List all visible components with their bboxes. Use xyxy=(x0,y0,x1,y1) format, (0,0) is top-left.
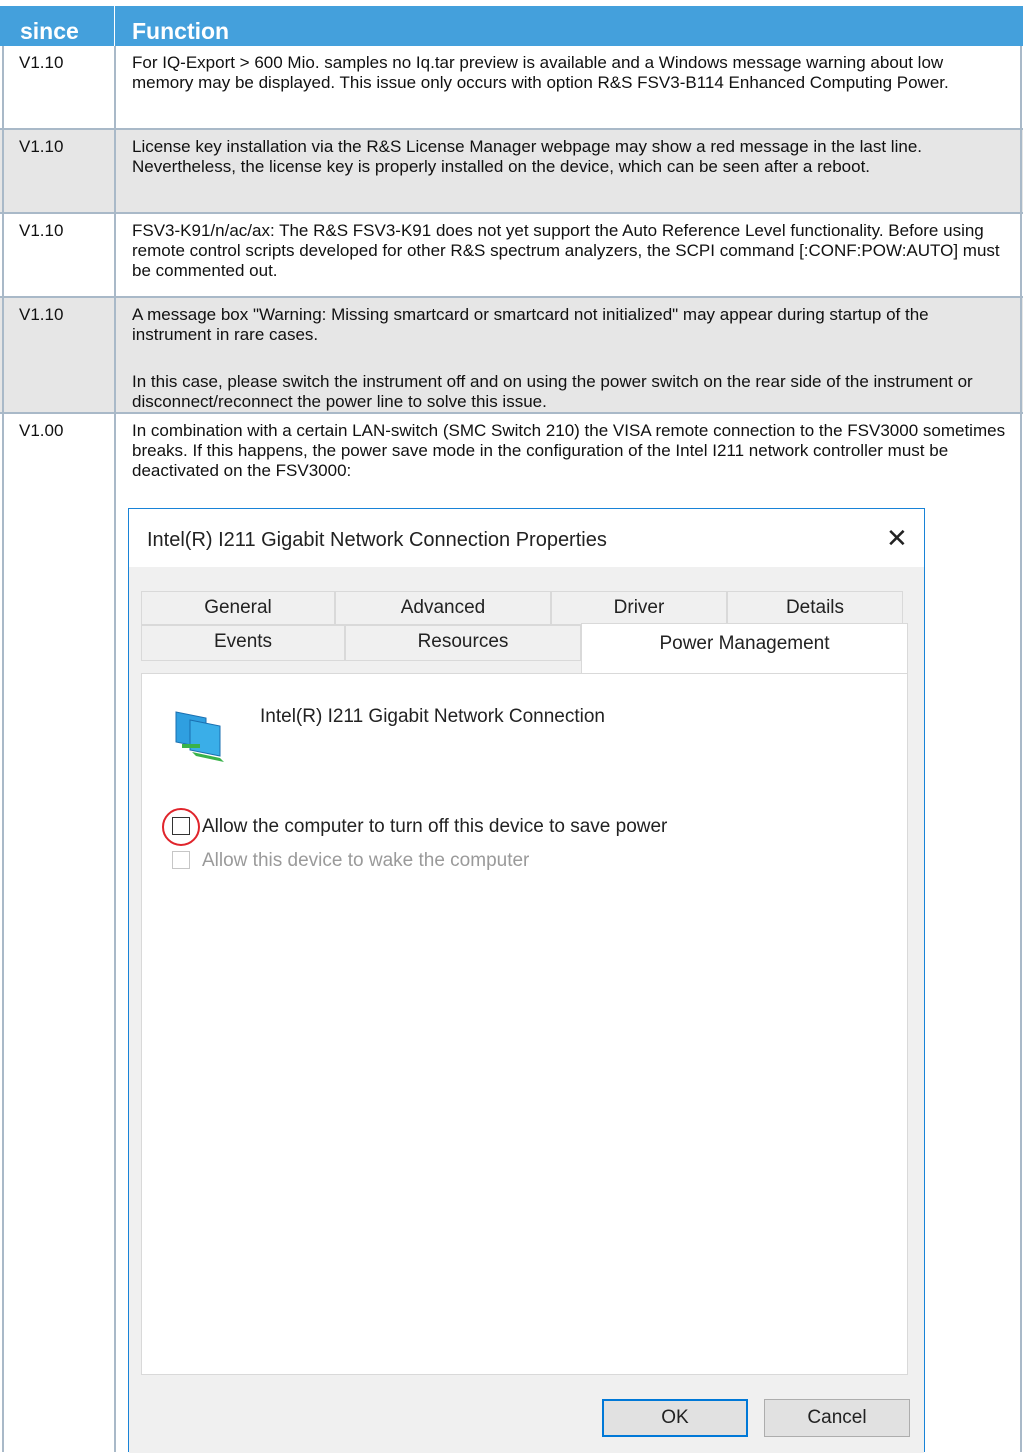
row-since: V1.10 xyxy=(19,221,64,240)
tab-details[interactable]: Details xyxy=(727,591,903,625)
tab-events[interactable]: Events xyxy=(141,625,345,661)
row-function-text: FSV3-K91/n/ac/ax: The R&S FSV3-K91 does … xyxy=(132,221,1000,280)
properties-dialog: Intel(R) I211 Gigabit Network Connection… xyxy=(128,508,925,1453)
row-since: V1.00 xyxy=(19,421,64,440)
header-since: since xyxy=(20,18,79,44)
row-function-text: A message box "Warning: Missing smartcar… xyxy=(132,305,929,344)
wake-computer-label: Allow this device to wake the computer xyxy=(202,850,530,871)
table-right-border xyxy=(1020,46,1022,1452)
row-since: V1.10 xyxy=(19,137,64,156)
device-name: Intel(R) I211 Gigabit Network Connection xyxy=(260,706,605,727)
row-function-text: License key installation via the R&S Lic… xyxy=(132,137,922,176)
row-since: V1.10 xyxy=(19,305,64,324)
table-column-divider xyxy=(114,46,116,1452)
row-function-text: For IQ-Export > 600 Mio. samples no Iq.t… xyxy=(132,53,949,92)
power-save-checkbox[interactable] xyxy=(172,817,190,835)
table-left-border xyxy=(2,46,4,1452)
table-header: since Function xyxy=(0,6,1023,46)
cancel-button[interactable]: Cancel xyxy=(764,1399,910,1437)
network-adapter-icon xyxy=(172,704,236,769)
power-save-label: Allow the computer to turn off this devi… xyxy=(202,816,668,837)
tab-general[interactable]: General xyxy=(141,591,335,625)
header-function: Function xyxy=(132,18,230,44)
power-management-panel: Intel(R) I211 Gigabit Network Connection… xyxy=(141,673,908,1375)
table-row: V1.10 FSV3-K91/n/ac/ax: The R&S FSV3-K91… xyxy=(0,214,1023,298)
tab-resources[interactable]: Resources xyxy=(345,625,581,661)
ok-button[interactable]: OK xyxy=(602,1399,748,1437)
table-row: V1.10 A message box "Warning: Missing sm… xyxy=(0,298,1023,414)
row-since: V1.10 xyxy=(19,53,64,72)
row-function-text: In combination with a certain LAN-switch… xyxy=(132,421,1006,480)
dialog-body: General Advanced Driver Details Events R… xyxy=(129,567,924,1453)
wake-computer-checkbox[interactable] xyxy=(172,851,190,869)
header-separator xyxy=(114,6,115,46)
close-icon[interactable]: ✕ xyxy=(886,523,908,554)
dialog-title: Intel(R) I211 Gigabit Network Connection… xyxy=(147,529,607,551)
tab-advanced[interactable]: Advanced xyxy=(335,591,551,625)
tab-driver[interactable]: Driver xyxy=(551,591,727,625)
row-function-text-2: In this case, please switch the instrume… xyxy=(132,372,973,411)
table-row: V1.10 License key installation via the R… xyxy=(0,130,1023,214)
table-row: V1.10 For IQ-Export > 600 Mio. samples n… xyxy=(0,46,1023,130)
release-notes-document: since Function V1.10 For IQ-Export > 600… xyxy=(0,0,1023,1453)
tab-power-management[interactable]: Power Management xyxy=(581,623,908,675)
